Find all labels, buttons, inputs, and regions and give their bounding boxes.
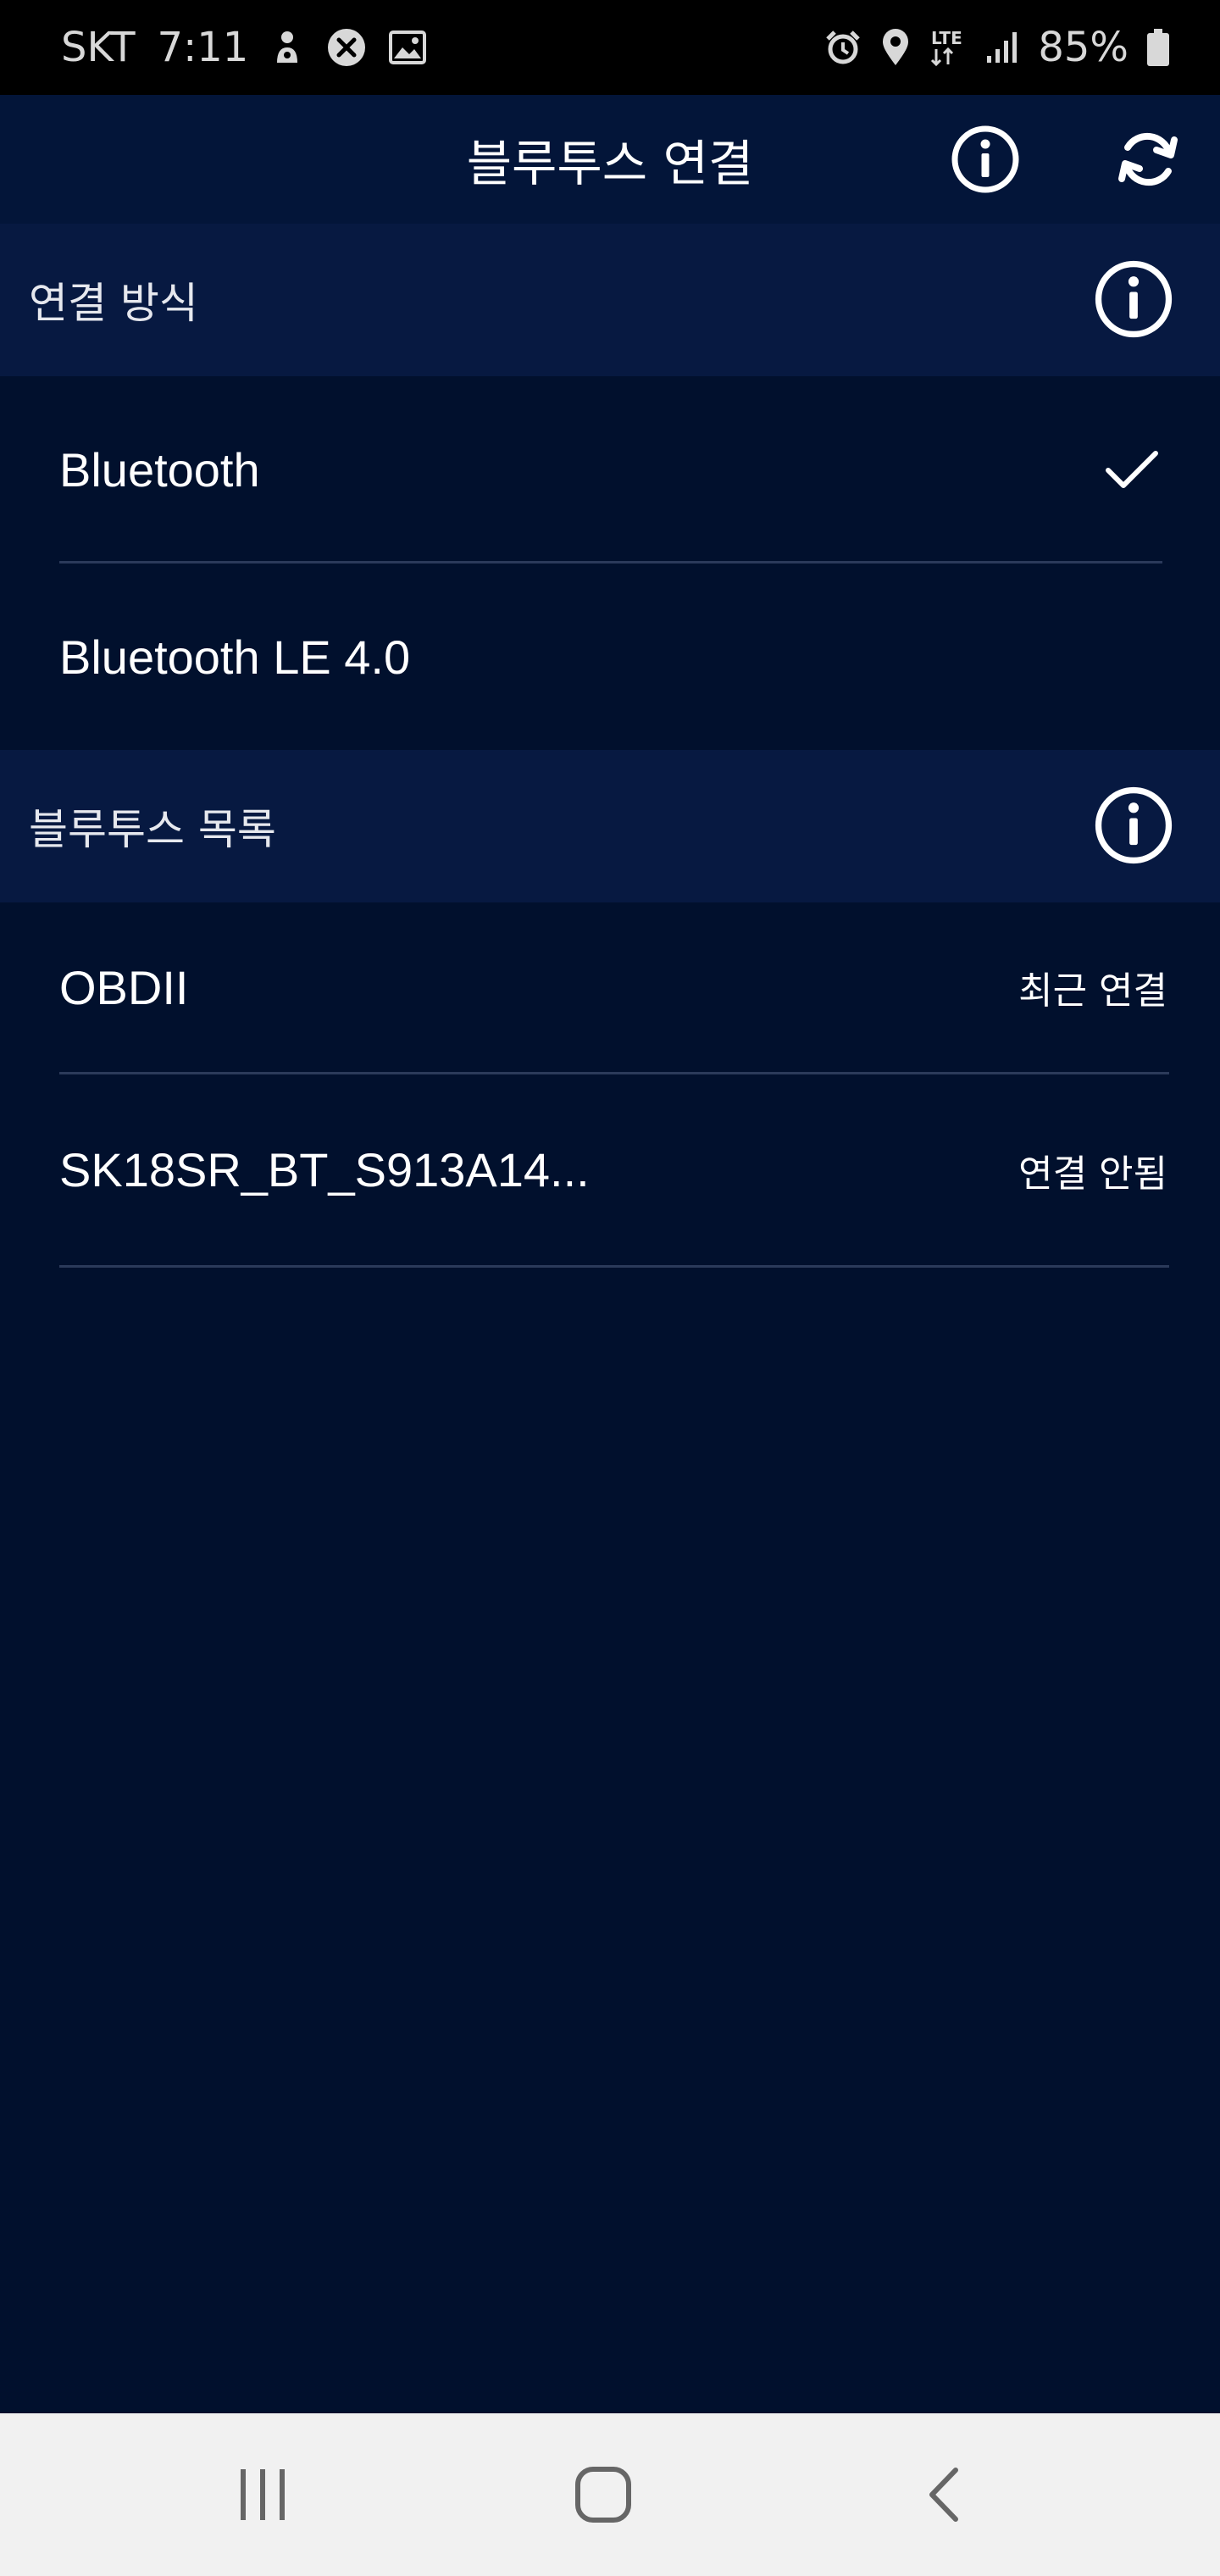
back-button[interactable] xyxy=(859,2413,1029,2576)
status-bar: SKT 7:11 LTE 85% xyxy=(0,0,1220,95)
battery-label: 85% xyxy=(1038,24,1128,71)
refresh-button[interactable] xyxy=(1101,113,1195,206)
image-icon xyxy=(389,31,427,64)
info-button[interactable] xyxy=(939,113,1032,206)
connection-option-label: Bluetooth LE 4.0 xyxy=(59,630,411,684)
page-title: 블루투스 연결 xyxy=(466,135,754,192)
alarm-clock-notification-icon xyxy=(270,29,304,66)
info-icon xyxy=(1095,260,1173,338)
system-nav-bar xyxy=(0,2413,1220,2576)
device-name: SK18SR_BT_S913A14... xyxy=(59,1143,590,1196)
app-bar: 블루투스 연결 xyxy=(0,95,1220,224)
alarm-icon xyxy=(824,29,862,66)
device-list-header: 블루투스 목록 xyxy=(0,750,1220,902)
recent-apps-icon xyxy=(241,2469,285,2520)
back-icon xyxy=(929,2468,958,2522)
blocked-icon xyxy=(326,27,367,68)
carrier-label: SKT xyxy=(61,24,136,71)
device-name: OBDII xyxy=(59,960,189,1014)
info-icon xyxy=(951,125,1019,193)
lte-icon: LTE xyxy=(929,27,967,68)
device-status: 연결 안됨 xyxy=(1018,1152,1167,1196)
recent-apps-button[interactable] xyxy=(178,2413,347,2576)
device-list-info-button[interactable] xyxy=(1091,779,1176,875)
connection-method-title: 연결 방식 xyxy=(29,279,198,328)
clock-label: 7:11 xyxy=(157,24,249,71)
status-bar-right: LTE 85% xyxy=(824,0,1169,95)
signal-icon xyxy=(985,31,1019,64)
connection-method-info-button[interactable] xyxy=(1091,253,1176,349)
device-row-sk18sr[interactable]: SK18SR_BT_S913A14... 연결 안됨 xyxy=(0,1074,1220,1265)
location-icon xyxy=(880,28,911,67)
connection-method-header: 연결 방식 xyxy=(0,224,1220,376)
connection-option-bluetooth-le[interactable]: Bluetooth LE 4.0 xyxy=(0,564,1220,750)
home-icon xyxy=(575,2467,631,2523)
battery-icon xyxy=(1147,29,1169,66)
divider xyxy=(59,1265,1169,1268)
home-button[interactable] xyxy=(518,2413,688,2576)
connection-option-label: Bluetooth xyxy=(59,442,260,497)
status-bar-left: SKT 7:11 xyxy=(61,0,427,95)
check-icon xyxy=(1105,376,1159,563)
device-list-title: 블루투스 목록 xyxy=(29,805,276,854)
info-icon xyxy=(1095,786,1173,864)
svg-text:LTE: LTE xyxy=(931,28,962,48)
device-row-obdii[interactable]: OBDII 최근 연결 xyxy=(0,902,1220,1072)
device-status: 최근 연결 xyxy=(1018,969,1167,1013)
connection-option-bluetooth[interactable]: Bluetooth xyxy=(0,376,1220,563)
refresh-icon xyxy=(1118,132,1178,186)
